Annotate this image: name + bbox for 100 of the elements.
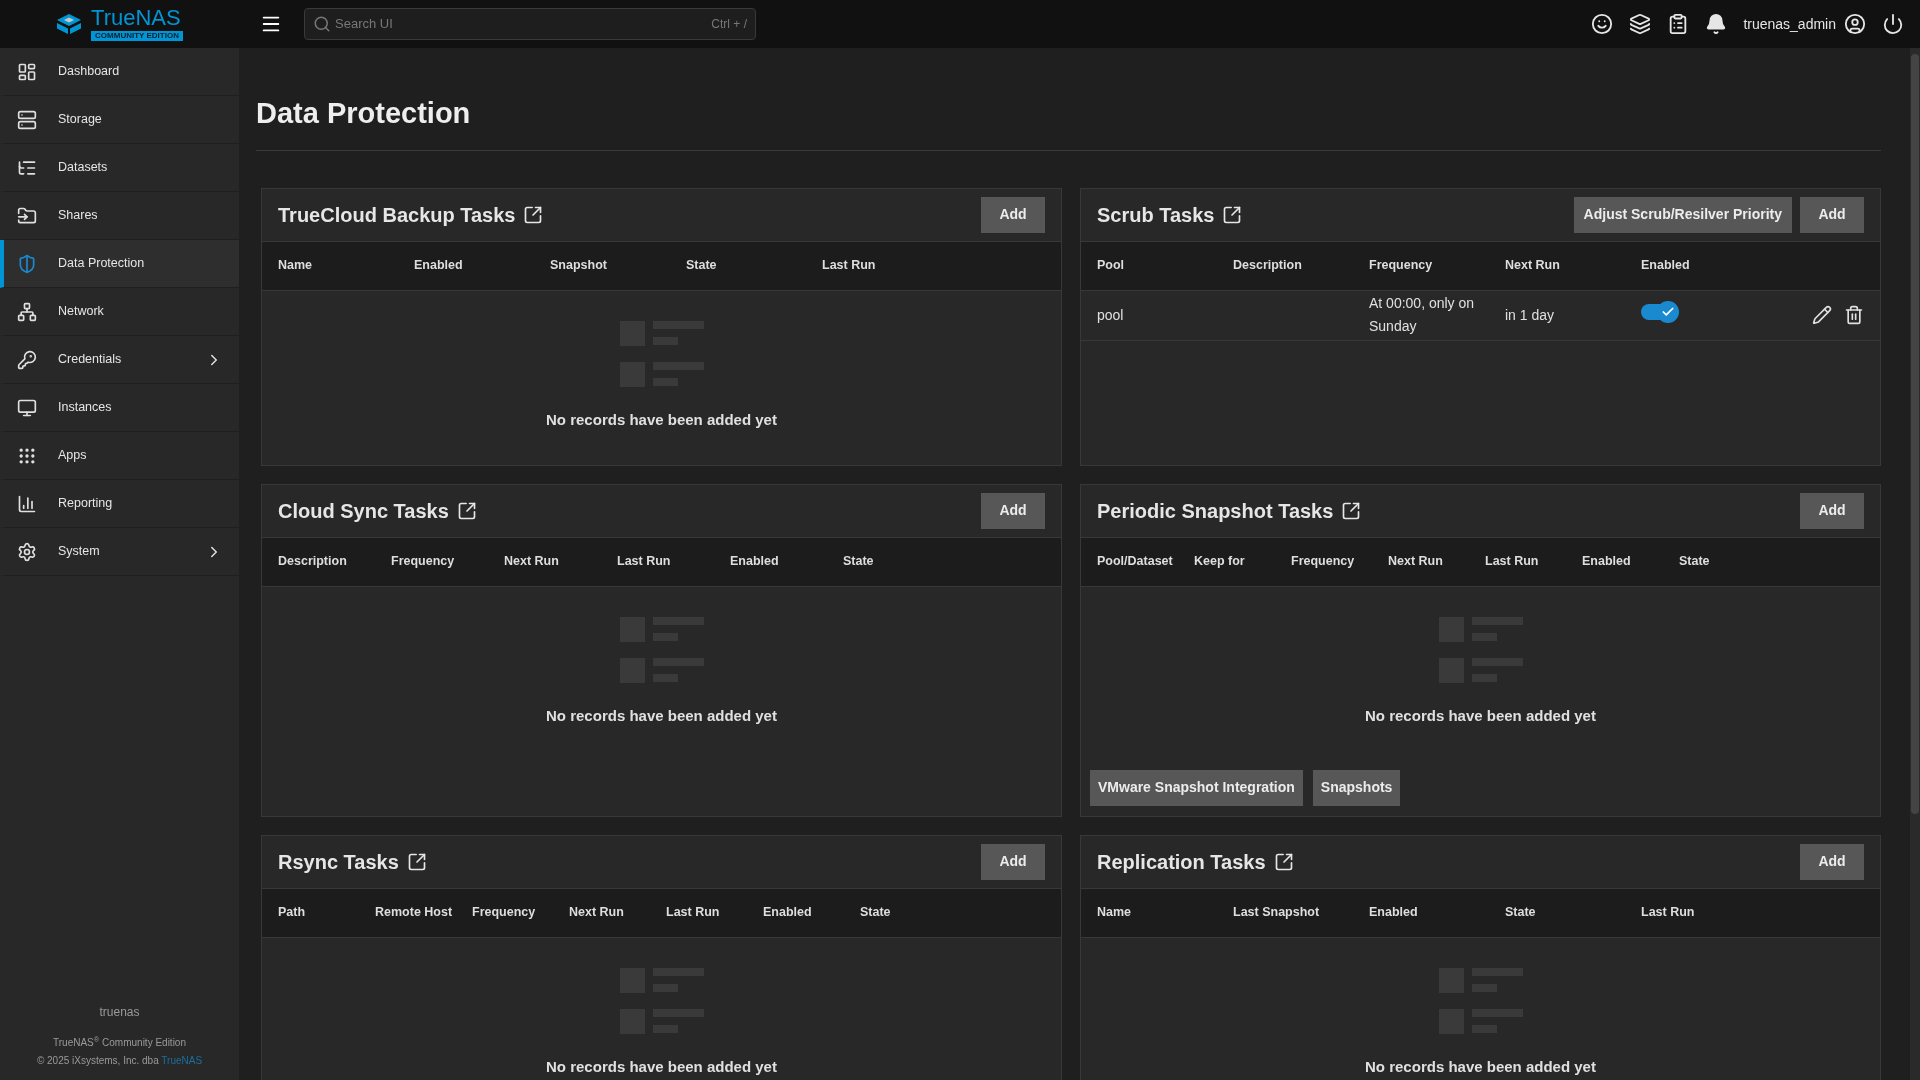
column-header: Next Run (504, 553, 560, 570)
card-button[interactable]: Add (1800, 843, 1864, 880)
column-header: Name (278, 257, 314, 274)
settings-icon (17, 541, 37, 562)
monitor-icon (17, 397, 37, 418)
sidebar-item[interactable]: Reporting (0, 480, 239, 528)
external-link-icon[interactable] (456, 500, 477, 521)
table-cell: in 1 day (1505, 307, 1555, 323)
search-bar[interactable]: Search UI Ctrl + / (304, 8, 756, 40)
edit-icon[interactable] (1812, 305, 1832, 325)
card-title: Periodic Snapshot Tasks (1097, 498, 1334, 524)
search-icon (313, 15, 331, 33)
enabled-toggle[interactable] (1641, 304, 1677, 320)
product-name: TrueNAS$^{®}$ Community Edition (53, 1035, 186, 1050)
layers-icon[interactable] (1629, 13, 1652, 35)
sidebar-item[interactable]: Network (0, 288, 239, 336)
column-header: Path (278, 904, 307, 921)
empty-message: No records have been added yet (1365, 1056, 1596, 1077)
bell-icon[interactable] (1705, 13, 1728, 35)
user-icon[interactable] (1844, 13, 1866, 35)
sidebar-item[interactable]: Storage (0, 96, 239, 144)
sidebar-label: Storage (58, 111, 102, 129)
sidebar-label: Data Protection (58, 255, 145, 273)
column-header: Description (278, 553, 348, 570)
column-header: Enabled (1582, 553, 1632, 570)
card-button[interactable]: Add (981, 196, 1045, 233)
sidebar-label: System (58, 543, 100, 561)
sidebar-item[interactable]: Dashboard (0, 48, 239, 96)
column-header: State (860, 904, 892, 921)
column-header: Enabled (1641, 257, 1691, 274)
external-link-icon[interactable] (1222, 204, 1243, 225)
folder-icon (17, 205, 37, 226)
card-button[interactable]: Adjust Scrub/Resilver Priority (1573, 196, 1792, 233)
column-header: Enabled (730, 553, 780, 570)
table-cell: pool (1097, 307, 1124, 323)
column-header: Pool (1097, 257, 1126, 274)
column-header: Next Run (1388, 553, 1444, 570)
card-title: Replication Tasks (1097, 849, 1266, 875)
column-header: Last Run (666, 904, 721, 921)
logo-wordmark: TrueNAS (91, 7, 181, 29)
check-icon (1661, 305, 1675, 319)
cube-logo-icon (55, 12, 84, 36)
column-header: State (843, 553, 875, 570)
smiley-icon[interactable] (1591, 13, 1614, 35)
external-link-icon[interactable] (1341, 500, 1362, 521)
column-header: Next Run (1505, 257, 1561, 274)
external-link-icon[interactable] (1273, 851, 1294, 872)
column-header: Remote Host (375, 904, 454, 921)
column-header: Keep for (1194, 553, 1246, 570)
column-header: Enabled (1369, 904, 1419, 921)
column-header: Name (1097, 904, 1133, 921)
external-link-icon[interactable] (406, 851, 427, 872)
column-header: Description (1233, 257, 1303, 274)
shield-icon (17, 253, 37, 274)
footer-button[interactable]: Snapshots (1312, 769, 1401, 806)
column-header: Frequency (391, 553, 456, 570)
footer-button[interactable]: VMware Snapshot Integration (1090, 769, 1303, 806)
external-link-icon[interactable] (523, 204, 544, 225)
column-header: Snapshot (550, 257, 608, 274)
card-button[interactable]: Add (981, 843, 1045, 880)
sidebar-item[interactable]: Instances (0, 384, 239, 432)
sidebar-label: Dashboard (58, 63, 120, 81)
key-icon (17, 349, 37, 370)
sidebar-item[interactable]: Data Protection (0, 240, 239, 288)
sidebar-item[interactable]: Credentials (0, 336, 239, 384)
column-header: Last Run (822, 257, 877, 274)
sidebar-label: Reporting (58, 495, 113, 513)
hostname: truenas (99, 1004, 140, 1021)
card-button[interactable]: Add (1800, 196, 1864, 233)
column-header: Frequency (472, 904, 537, 921)
sidebar-label: Apps (58, 447, 87, 465)
username: truenas_admin (1743, 14, 1836, 34)
page-title: Data Protection (256, 48, 1881, 151)
scrollbar[interactable] (1910, 48, 1920, 1080)
empty-message: No records have been added yet (546, 705, 777, 726)
delete-icon[interactable] (1844, 305, 1864, 325)
power-icon[interactable] (1882, 13, 1904, 35)
sidebar-label: Datasets (58, 159, 108, 177)
column-header: Frequency (1291, 553, 1356, 570)
sidebar-item[interactable]: Datasets (0, 144, 239, 192)
card-button[interactable]: Add (981, 492, 1045, 529)
column-header: State (686, 257, 718, 274)
column-header: Last Run (617, 553, 672, 570)
column-header: Next Run (569, 904, 625, 921)
column-header: State (1679, 553, 1711, 570)
column-header: Frequency (1369, 257, 1434, 274)
search-field[interactable]: Search UI (335, 14, 708, 34)
network-icon (17, 301, 37, 322)
column-header: Last Run (1485, 553, 1540, 570)
edition-badge: COMMUNITY EDITION (91, 31, 183, 41)
dashboard-icon (17, 61, 37, 82)
card-button[interactable]: Add (1800, 492, 1864, 529)
empty-message: No records have been added yet (1365, 705, 1596, 726)
sidebar-item[interactable]: System (0, 528, 239, 576)
sidebar-label: Network (58, 303, 104, 321)
card-title: Rsync Tasks (278, 849, 399, 875)
empty-message: No records have been added yet (546, 409, 777, 430)
sidebar-item[interactable]: Apps (0, 432, 239, 480)
sidebar-label: Shares (58, 207, 98, 225)
card-title: Scrub Tasks (1097, 202, 1215, 228)
